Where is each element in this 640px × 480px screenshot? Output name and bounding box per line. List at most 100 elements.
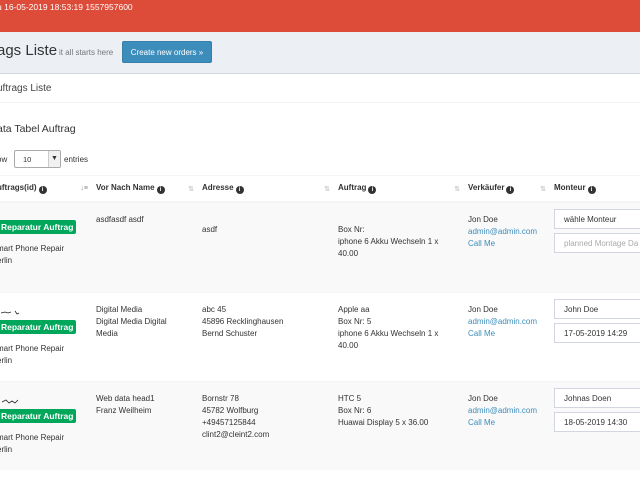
info-icon: i [156, 185, 165, 194]
cell-id: Reparatur Auftrag mart Phone Repair erli… [0, 292, 93, 382]
seller-name: Jon Doe [468, 394, 498, 403]
cell-monteur: wähle Monteur ▼ planned Montage Da [551, 201, 640, 293]
montage-date-input[interactable]: planned Montage Da [554, 232, 640, 253]
box-title: uftrags Liste [0, 83, 52, 94]
page-title: ags Liste [0, 42, 58, 59]
address-line: abc 45 [202, 305, 227, 314]
shop-city: erlin [0, 356, 13, 365]
monteur-select[interactable]: John Doe ▼ [554, 299, 640, 319]
table-row: Reparatur Auftrag mart Phone Repair erli… [0, 292, 640, 382]
status-badge: Reparatur Auftrag [0, 320, 77, 334]
name-line: Digital Media Digital [96, 317, 167, 326]
order-line: 40.00 [338, 341, 359, 350]
column-header-order[interactable]: Auftrag i ⇅ [335, 175, 465, 203]
monteur-select[interactable]: Johnas Doen ▼ [554, 388, 640, 408]
name-line: Digital Media [96, 305, 143, 314]
info-icon: i [506, 185, 515, 194]
page-subtitle: it all starts here [59, 48, 114, 57]
order-line: Box Nr: 5 [338, 317, 372, 326]
cell-address: asdf [199, 201, 335, 293]
entries-select[interactable]: 10 ▼ [14, 150, 61, 168]
order-line: Apple aa [338, 305, 370, 314]
cell-monteur: John Doe ▼ 17-05-2019 14:29 [551, 292, 640, 382]
seller-email-link[interactable]: admin@admin.com [468, 406, 537, 415]
address-line: Bornstr 78 [202, 394, 239, 403]
shop-name: mart Phone Repair [0, 433, 65, 442]
seller-name: Jon Doe [468, 214, 498, 224]
monteur-select[interactable]: wähle Monteur ▼ [554, 208, 640, 229]
shop-info: mart Phone Repair erlin [0, 343, 90, 367]
column-label: Monteur [554, 182, 586, 192]
info-icon: i [235, 185, 244, 194]
name-line: Franz Weilheim [96, 406, 152, 415]
shop-info: mart Phone Repair erlin [0, 432, 90, 456]
entries-value: 10 [23, 155, 32, 164]
shop-city: erlin [0, 255, 13, 265]
address-line: +49457125844 [202, 418, 256, 427]
cell-seller: Jon Doe admin@admin.com Call Me [465, 292, 551, 382]
column-header-monteur[interactable]: Monteur i [551, 175, 640, 203]
monteur-value: John Doe [564, 305, 599, 314]
order-line: HTC 5 [338, 394, 362, 403]
sort-icon: ⇅ [454, 186, 460, 193]
cell-order: Apple aa Box Nr: 5 iphone 6 Akku Wechsel… [335, 292, 465, 382]
cell-name: Web data head1 Franz Weilheim [93, 381, 199, 470]
address-line: 45896 Recklinghausen [202, 317, 284, 326]
cell-address: abc 45 45896 Recklinghausen Bernd Schust… [199, 292, 335, 382]
sort-desc-icon: ↓≡ [80, 185, 88, 192]
entries-label: entries [64, 155, 89, 164]
shop-name: mart Phone Repair [0, 344, 65, 353]
address-line: asdf [202, 224, 218, 234]
sort-icon: ⇅ [188, 186, 194, 193]
monteur-value: Johnas Doen [564, 394, 612, 403]
call-me-link[interactable]: Call Me [468, 239, 495, 248]
timestamp-text: u 16-05-2019 18:53:19 1557957600 [0, 2, 133, 12]
seller-email-link[interactable]: admin@admin.com [468, 227, 537, 236]
column-label: uftrags(id) [0, 182, 37, 192]
column-label: Auftrag [338, 182, 367, 192]
box-header: uftrags Liste [0, 75, 640, 103]
status-badge: Reparatur Auftrag [0, 409, 77, 423]
column-label: Verkäufer [468, 182, 505, 192]
cell-order: HTC 5 Box Nr: 6 Huawai Display 5 x 36.00 [335, 381, 465, 470]
name-line: asdfasdf asdf [96, 214, 144, 224]
call-me-link[interactable]: Call Me [468, 418, 495, 427]
orders-table: uftrags(id) i ↓≡ Vor Nach Name i ⇅ Adresse i ⇅… [0, 175, 640, 470]
shop-city: erlin [0, 445, 13, 454]
order-line: iphone 6 Akku Wechseln 1 x [338, 236, 439, 246]
column-header-id[interactable]: uftrags(id) i ↓≡ [0, 175, 93, 203]
column-label: Vor Nach Name [96, 182, 155, 192]
call-me-link[interactable]: Call Me [468, 329, 495, 338]
name-line: Media [96, 329, 118, 338]
address-line: clint2@cleint2.com [202, 430, 270, 439]
show-label: ow [0, 155, 8, 164]
montage-date-input[interactable]: 17-05-2019 14:29 [554, 323, 640, 343]
order-line: Box Nr: [338, 224, 365, 234]
seller-name: Jon Doe [468, 305, 498, 314]
info-icon: i [587, 185, 596, 194]
address-line: Bernd Schuster [202, 329, 258, 338]
top-bar: u 16-05-2019 18:53:19 1557957600 [0, 0, 640, 32]
cell-seller: Jon Doe admin@admin.com Call Me [465, 381, 551, 470]
shop-info: mart Phone Repair erlin [0, 243, 90, 267]
order-line: 40.00 [338, 248, 359, 258]
cell-name: asdfasdf asdf [93, 201, 199, 293]
table-row: Reparatur Auftrag mart Phone Repair erli… [0, 381, 640, 470]
montage-date-input[interactable]: 18-05-2019 14:30 [554, 412, 640, 432]
cell-order: Box Nr: iphone 6 Akku Wechseln 1 x 40.00 [335, 201, 465, 293]
signature-image [0, 310, 20, 315]
create-orders-button[interactable]: Create new orders » [122, 41, 212, 63]
column-header-address[interactable]: Adresse i ⇅ [199, 175, 335, 203]
order-line: iphone 6 Akku Wechseln 1 x [338, 329, 439, 338]
seller-email-link[interactable]: admin@admin.com [468, 317, 537, 326]
cell-id: Reparatur Auftrag mart Phone Repair erli… [0, 381, 93, 470]
column-header-name[interactable]: Vor Nach Name i ⇅ [93, 175, 199, 203]
order-line: Box Nr: 6 [338, 406, 372, 415]
monteur-value: wähle Monteur [564, 214, 617, 224]
shop-name: mart Phone Repair [0, 243, 65, 253]
sort-icon: ⇅ [324, 186, 330, 193]
table-header-row: uftrags(id) i ↓≡ Vor Nach Name i ⇅ Adresse i ⇅… [0, 175, 640, 203]
info-icon: i [38, 185, 47, 194]
status-badge: Reparatur Auftrag [0, 219, 77, 234]
column-header-seller[interactable]: Verkäufer i ⇅ [465, 175, 551, 203]
